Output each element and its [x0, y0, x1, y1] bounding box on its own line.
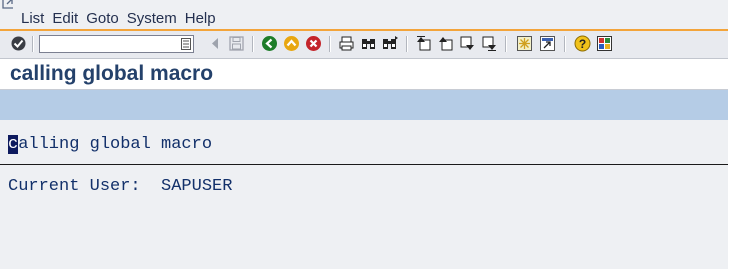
svg-text:?: ? — [579, 37, 586, 51]
help-icon[interactable]: ? — [574, 35, 591, 52]
menu-goto[interactable]: Goto — [86, 10, 119, 27]
list-divider — [0, 164, 728, 165]
toolbar-separator — [32, 36, 34, 52]
back-icon[interactable] — [207, 35, 224, 52]
next-page-icon[interactable] — [459, 35, 476, 52]
toolbar-separator — [406, 36, 408, 52]
menu-edit[interactable]: Edit — [52, 10, 78, 27]
menu-items: List Edit Goto System Help — [21, 10, 224, 27]
list-output-area: calling global macro Current User: SAPUS… — [0, 120, 728, 269]
shortcut-icon[interactable] — [539, 35, 556, 52]
toolbar-separator — [329, 36, 331, 52]
exit-icon[interactable] — [283, 35, 300, 52]
toolbar-separator — [252, 36, 254, 52]
previous-page-icon[interactable] — [437, 35, 454, 52]
list-heading-text: alling global macro — [18, 135, 213, 154]
find-icon[interactable] — [360, 35, 377, 52]
cancel-icon[interactable] — [305, 35, 322, 52]
customize-layout-icon[interactable] — [596, 35, 613, 52]
list-line-heading: calling global macro — [8, 135, 212, 155]
menu-help[interactable]: Help — [185, 10, 216, 27]
menu-list[interactable]: List — [21, 10, 44, 27]
page-title: calling global macro — [10, 62, 214, 85]
standard-toolbar: ? — [0, 29, 728, 59]
application-toolbar — [0, 90, 728, 120]
sap-gui-window: List Edit Goto System Help ? calling glo… — [0, 0, 731, 269]
toolbar-separator — [505, 36, 507, 52]
command-history-icon[interactable] — [181, 38, 191, 50]
print-icon[interactable] — [338, 35, 355, 52]
first-page-icon[interactable] — [415, 35, 432, 52]
title-bar: calling global macro — [0, 59, 728, 90]
create-session-icon[interactable] — [516, 35, 533, 52]
enter-icon[interactable] — [10, 35, 27, 52]
system-menu-icon[interactable] — [1, 0, 17, 10]
menu-system[interactable]: System — [127, 10, 177, 27]
last-page-icon[interactable] — [481, 35, 498, 52]
text-cursor: c — [8, 135, 19, 154]
command-field[interactable] — [39, 35, 194, 53]
save-icon[interactable] — [228, 35, 245, 52]
toolbar-separator — [564, 36, 566, 52]
find-next-icon[interactable] — [382, 35, 399, 52]
back-green-icon[interactable] — [261, 35, 278, 52]
menu-bar: List Edit Goto System Help — [0, 0, 728, 29]
list-line-current-user: Current User: SAPUSER — [8, 177, 233, 196]
